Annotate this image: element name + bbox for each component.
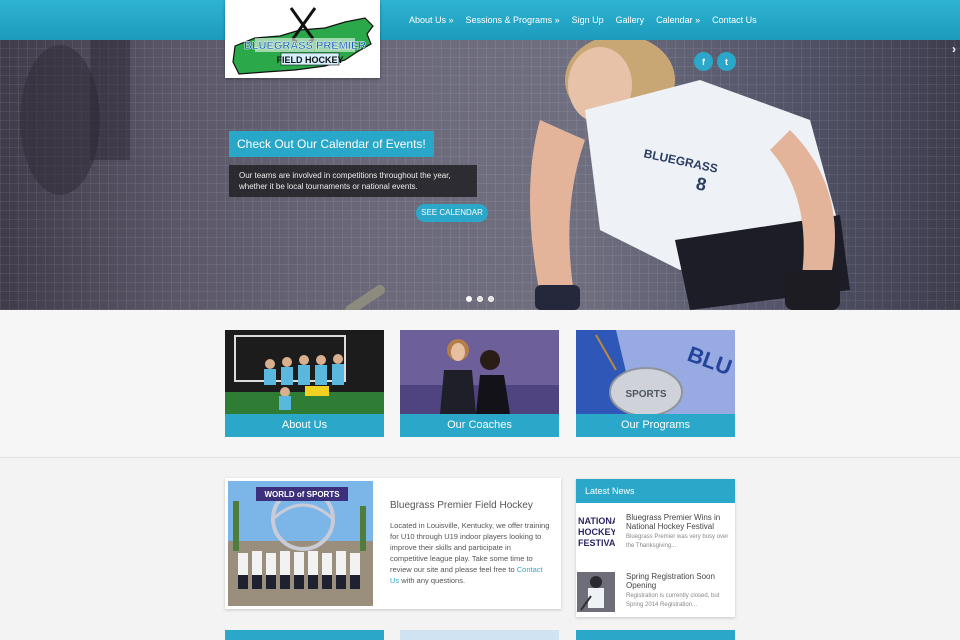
social-links: f t	[694, 52, 740, 71]
latest-news-header: Latest News	[576, 479, 735, 503]
tile-label: Our Coaches	[400, 414, 559, 437]
latest-news-widget: Latest News NATIONAL HOCKEY FESTIVAL Blu…	[576, 479, 735, 617]
news-thumbnail	[577, 572, 615, 612]
slider-dot-3[interactable]	[488, 296, 494, 302]
svg-text:SPORTS: SPORTS	[625, 389, 666, 400]
about-text: Located in Louisville, Kentucky, we offe…	[390, 520, 550, 586]
tile-our-programs[interactable]: BLU SPORTS Our Programs	[576, 330, 735, 437]
see-calendar-button[interactable]: SEE CALENDAR	[416, 204, 488, 222]
thumb-line-3: FESTIVAL	[578, 538, 615, 548]
about-title: Bluegrass Premier Field Hockey	[390, 500, 533, 511]
slider-dot-1[interactable]	[466, 296, 472, 302]
site-logo[interactable]: BLUEGRASS PREMIER FIELD HOCKEY	[225, 0, 380, 78]
team-photo	[225, 330, 384, 414]
about-card: WORLD of SPORTS Bluegrass Premier Field …	[225, 478, 561, 609]
about-text-after-link: with any questions.	[399, 576, 466, 585]
hero-slider: BLUEGRASS 8 f t › Check Out Our Calendar…	[0, 40, 960, 310]
bottom-widget-right	[576, 630, 735, 640]
hero-player-photo: BLUEGRASS 8	[20, 40, 850, 310]
news-item-excerpt: Registration is currently closed, but Sp…	[626, 593, 720, 608]
nav-item-gallery[interactable]: Gallery	[616, 15, 645, 25]
news-item[interactable]: Spring Registration Soon Opening Registr…	[576, 572, 735, 618]
tile-our-coaches[interactable]: Our Coaches	[400, 330, 559, 437]
news-item-title[interactable]: Spring Registration Soon Opening	[626, 572, 731, 590]
main-menu: About Us » Sessions & Programs » Sign Up…	[403, 0, 763, 40]
nav-item-calendar[interactable]: Calendar »	[656, 15, 700, 25]
tile-label: Our Programs	[576, 414, 735, 437]
slider-pagination	[466, 296, 499, 302]
hero-slide-title: Check Out Our Calendar of Events!	[229, 131, 434, 157]
thumb-line-2: HOCKEY	[578, 527, 615, 537]
photo-sign-text: WORLD of SPORTS	[264, 490, 340, 499]
nav-item-contact-us[interactable]: Contact Us	[712, 15, 757, 25]
kentucky-logo-graphic: BLUEGRASS PREMIER FIELD HOCKEY	[232, 7, 374, 75]
tile-about-us[interactable]: About Us	[225, 330, 384, 437]
nav-item-sign-up[interactable]: Sign Up	[572, 15, 604, 25]
nav-item-about-us[interactable]: About Us »	[409, 15, 454, 25]
news-item-excerpt: Bluegrass Premier was very busy over the…	[626, 534, 729, 549]
logo-line-2: FIELD HOCKEY	[276, 55, 343, 65]
news-thumbnail: NATIONAL HOCKEY FESTIVAL	[577, 513, 615, 553]
tile-label: About Us	[225, 414, 384, 437]
nav-item-sessions-programs[interactable]: Sessions & Programs »	[466, 15, 560, 25]
slider-next-icon[interactable]: ›	[952, 42, 956, 56]
top-navigation-bar: About Us » Sessions & Programs » Sign Up…	[0, 0, 960, 40]
team-world-of-sports-photo: WORLD of SPORTS	[228, 481, 373, 606]
hero-slide-text: Our teams are involved in competitions t…	[229, 165, 477, 197]
slider-dot-2[interactable]	[477, 296, 483, 302]
medal-photo: BLU SPORTS	[576, 330, 735, 414]
twitter-icon[interactable]: t	[717, 52, 736, 71]
facebook-icon[interactable]: f	[694, 52, 713, 71]
coaches-photo	[400, 330, 559, 414]
bottom-widget-middle	[400, 630, 559, 640]
logo-line-1: BLUEGRASS PREMIER	[244, 40, 366, 52]
bottom-widget-left	[225, 630, 384, 640]
news-item[interactable]: NATIONAL HOCKEY FESTIVAL Bluegrass Premi…	[576, 513, 735, 559]
news-item-title[interactable]: Bluegrass Premier Wins in National Hocke…	[626, 513, 731, 531]
thumb-line-1: NATIONAL	[578, 516, 615, 526]
